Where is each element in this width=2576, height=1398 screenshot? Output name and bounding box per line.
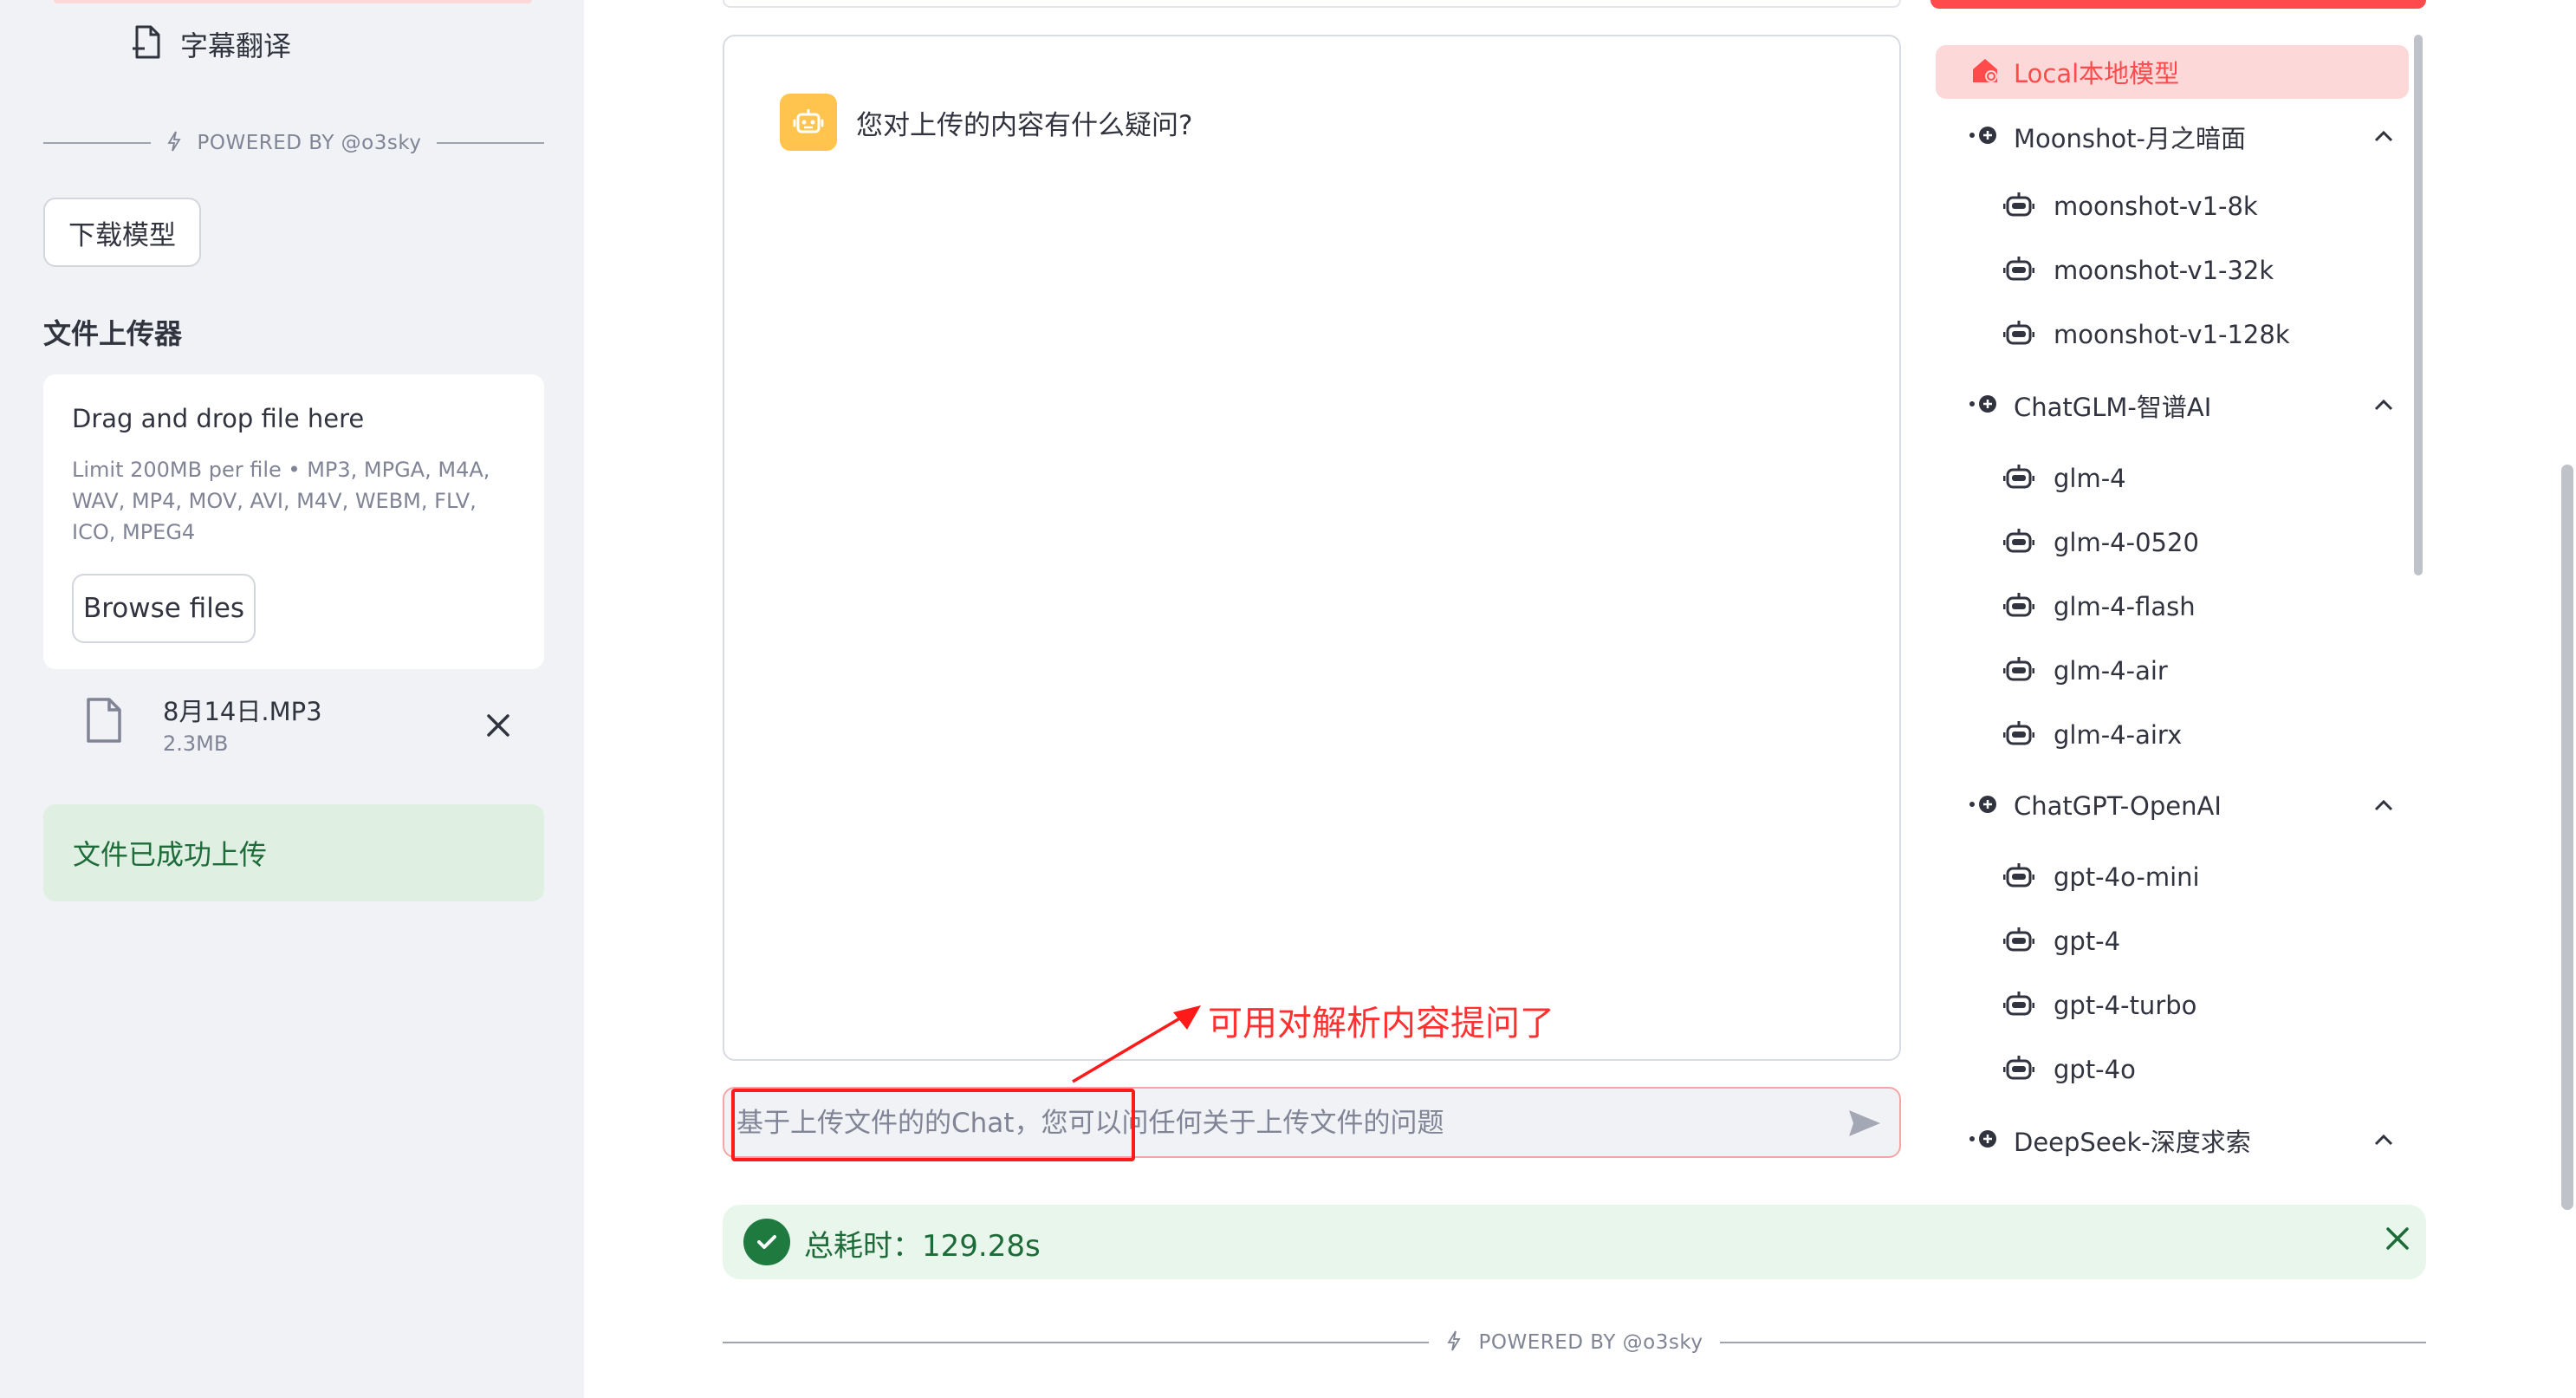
group-plus-icon — [1969, 1128, 2002, 1153]
model-item[interactable]: gpt-4o — [2002, 1045, 2136, 1094]
footer-divider: POWERED BY @o3sky — [723, 1326, 2426, 1359]
model-item-local[interactable]: Local本地模型 — [1936, 45, 2409, 99]
model-group-deepseek[interactable]: DeepSeek-深度求索 — [1969, 1116, 2393, 1165]
model-item-label: gpt-4o-mini — [2054, 862, 2200, 892]
chevron-up-icon[interactable] — [2374, 798, 2393, 815]
divider-line — [1720, 1342, 2426, 1343]
annotation-highlight-box — [731, 1089, 1135, 1161]
send-icon[interactable] — [1847, 1108, 1882, 1142]
model-item[interactable]: glm-4-air — [2002, 647, 2168, 695]
model-menu-top-bar[interactable] — [1930, 0, 2426, 9]
file-dropzone[interactable]: Drag and drop file here Limit 200MB per … — [43, 374, 544, 669]
annotation-arrow-icon — [1072, 1005, 1201, 1083]
robot-icon — [2002, 527, 2035, 558]
browse-files-button[interactable]: Browse files — [72, 574, 256, 643]
model-item[interactable]: gpt-4 — [2002, 917, 2121, 966]
close-toast-icon[interactable] — [2383, 1224, 2412, 1257]
model-item-label: glm-4 — [2054, 464, 2126, 493]
download-model-button[interactable]: 下载模型 — [43, 198, 201, 267]
elapsed-time-text: 总耗时：129.28s — [804, 1229, 1041, 1264]
robot-icon — [2002, 255, 2035, 286]
chevron-up-icon[interactable] — [2374, 1133, 2393, 1149]
model-item[interactable]: glm-4-flash — [2002, 582, 2196, 631]
bot-avatar-icon — [780, 94, 837, 151]
model-group-moonshot[interactable]: Moonshot-月之暗面 — [1969, 113, 2393, 161]
bolt-icon — [166, 131, 182, 155]
sidebar-active-item-edge[interactable] — [54, 0, 532, 3]
model-group-label: DeepSeek-深度求索 — [2014, 1128, 2251, 1157]
group-plus-icon — [1969, 393, 2002, 418]
model-group-chatglm[interactable]: ChatGLM-智谱AI — [1969, 381, 2393, 430]
sidebar: 字幕翻译 POWERED BY @o3sky 下载模型 文件上传器 Drag a… — [0, 0, 584, 1398]
model-item-label: glm-4-0520 — [2054, 528, 2199, 557]
powered-by-divider: POWERED BY @o3sky — [43, 128, 544, 158]
uploaded-file-row: 8月14日.MP3 2.3MB — [43, 685, 544, 771]
dropzone-limit: Limit 200MB per file • MP3, MPGA, M4A, W… — [72, 458, 490, 544]
annotation-text: 可用对解析内容提问了 — [1208, 1004, 1554, 1044]
robot-icon — [2002, 319, 2035, 350]
group-plus-icon — [1969, 125, 2002, 149]
model-menu-scrollbar[interactable] — [2414, 35, 2423, 575]
model-item-label: Local本地模型 — [2014, 59, 2180, 88]
bolt-icon — [1446, 1330, 1462, 1355]
sidebar-item-subtitle-translate[interactable]: 字幕翻译 — [130, 23, 291, 66]
powered-by-text: POWERED BY @o3sky — [197, 132, 422, 154]
model-item-label: gpt-4 — [2054, 927, 2121, 956]
robot-icon — [2002, 463, 2035, 494]
previous-container-edge — [723, 0, 1901, 8]
assistant-message-text: 您对上传的内容有什么疑问? — [856, 109, 1193, 141]
divider-line — [437, 142, 544, 144]
model-item-label: glm-4-airx — [2054, 720, 2183, 750]
chevron-up-icon[interactable] — [2374, 129, 2393, 146]
model-item[interactable]: moonshot-v1-8k — [2002, 182, 2258, 231]
house-icon — [1970, 55, 2000, 88]
robot-icon — [2002, 719, 2035, 751]
check-circle-icon — [743, 1219, 790, 1265]
model-item-label: gpt-4o — [2054, 1055, 2136, 1084]
model-item-label: glm-4-flash — [2054, 592, 2196, 621]
document-icon — [130, 24, 163, 64]
model-item-label: glm-4-air — [2054, 656, 2168, 686]
chat-container: 您对上传的内容有什么疑问? — [723, 35, 1901, 1061]
dropzone-title: Drag and drop file here — [72, 404, 365, 433]
robot-icon — [2002, 191, 2035, 222]
footer-powered-by: POWERED BY @o3sky — [1478, 1331, 1703, 1354]
robot-icon — [2002, 926, 2035, 957]
group-plus-icon — [1969, 794, 2002, 818]
robot-icon — [2002, 990, 2035, 1021]
model-item-label: moonshot-v1-32k — [2054, 256, 2274, 285]
robot-icon — [2002, 862, 2035, 893]
file-size: 2.3MB — [163, 732, 229, 756]
robot-icon — [2002, 591, 2035, 622]
robot-icon — [2002, 655, 2035, 686]
model-item[interactable]: gpt-4-turbo — [2002, 981, 2197, 1030]
page-scrollbar[interactable] — [2561, 465, 2573, 1210]
assistant-message: 您对上传的内容有什么疑问? — [780, 94, 1192, 151]
sidebar-item-label: 字幕翻译 — [180, 29, 292, 62]
divider-line — [43, 142, 151, 144]
model-item[interactable]: glm-4-0520 — [2002, 518, 2199, 567]
model-item-label: gpt-4-turbo — [2054, 991, 2197, 1020]
elapsed-time-toast: 总耗时：129.28s — [723, 1205, 2426, 1279]
model-item[interactable]: glm-4-airx — [2002, 711, 2183, 759]
model-item[interactable]: glm-4 — [2002, 454, 2126, 503]
file-icon — [85, 697, 123, 747]
model-item[interactable]: moonshot-v1-128k — [2002, 310, 2290, 359]
robot-icon — [2002, 1054, 2035, 1085]
model-group-label: ChatGPT-OpenAI — [2014, 791, 2222, 821]
model-item-label: moonshot-v1-8k — [2054, 192, 2258, 221]
upload-success-alert: 文件已成功上传 — [43, 804, 544, 901]
model-group-chatgpt[interactable]: ChatGPT-OpenAI — [1969, 782, 2393, 830]
model-group-label: ChatGLM-智谱AI — [2014, 393, 2212, 422]
file-name: 8月14日.MP3 — [163, 697, 322, 726]
model-group-label: Moonshot-月之暗面 — [2014, 124, 2246, 153]
upload-success-text: 文件已成功上传 — [73, 838, 268, 871]
uploader-title: 文件上传器 — [43, 317, 183, 350]
chevron-up-icon[interactable] — [2374, 398, 2393, 414]
divider-line — [723, 1342, 1429, 1343]
remove-file-icon[interactable] — [485, 712, 511, 742]
model-item-label: moonshot-v1-128k — [2054, 320, 2290, 349]
model-item[interactable]: moonshot-v1-32k — [2002, 246, 2274, 295]
model-item[interactable]: gpt-4o-mini — [2002, 853, 2200, 901]
